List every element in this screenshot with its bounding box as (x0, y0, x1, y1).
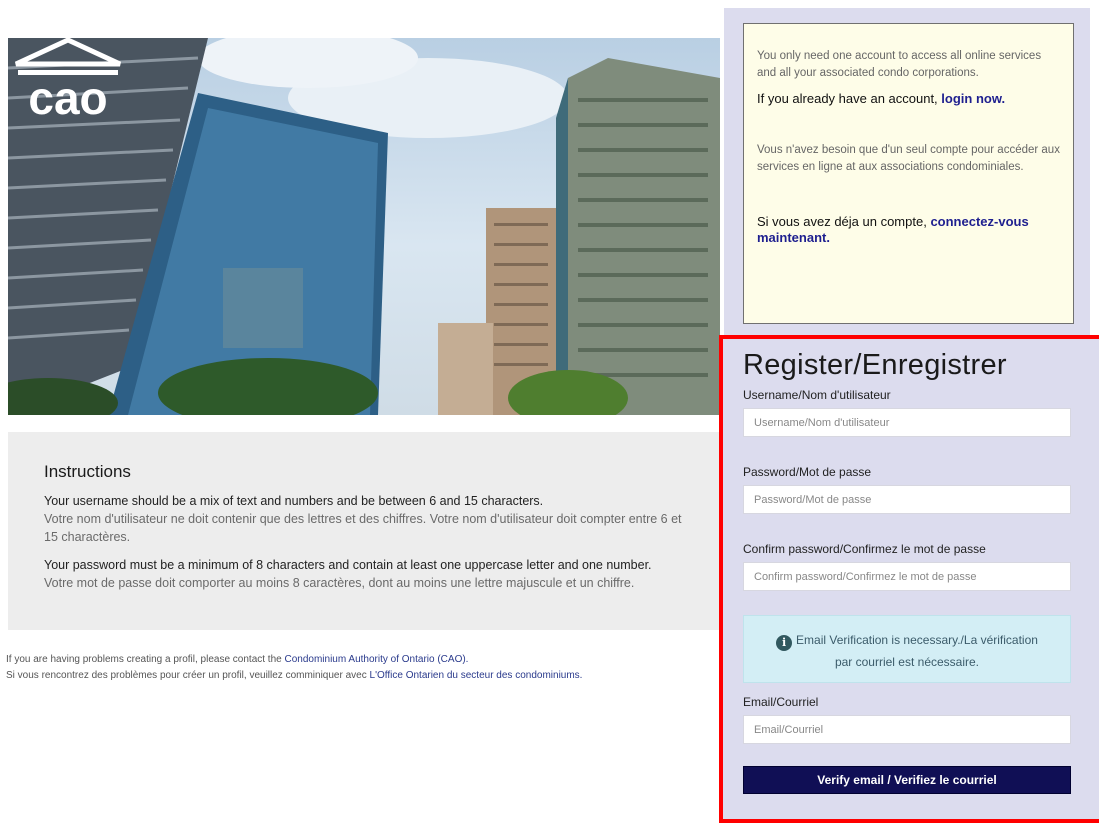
instructions-panel: Instructions Your username should be a m… (8, 432, 724, 630)
login-prompt-en: If you already have an account, login no… (757, 91, 1061, 106)
password-label: Password/Mot de passe (743, 465, 872, 479)
account-info-en: You only need one account to access all … (757, 50, 1042, 79)
email-verification-notice: i Email Verification is necessary./La vér… (743, 615, 1071, 683)
notice-line-2: par courriel est nécessaire. (834, 655, 980, 669)
username-rule-fr: Votre nom d'utilisateur ne doit contenir… (44, 512, 682, 544)
register-title: Register/Enregistrer (743, 349, 1007, 381)
help-line-en-text: If you are having problems creating a pr… (6, 654, 285, 665)
help-line-fr-text: Si vous rencontrez des problèmes pour cr… (6, 670, 370, 681)
info-icon: i (776, 635, 793, 651)
username-label: Username/Nom d'utilisateur (743, 388, 891, 402)
cao-logo: cao (14, 38, 122, 120)
notice-line-1: Email Verification is necessary./La véri… (796, 633, 1038, 647)
confirm-password-input[interactable] (743, 562, 1071, 591)
register-panel: Register/Enregistrer Username/Nom d'util… (719, 335, 1099, 823)
username-rule-en: Your username should be a mix of text an… (44, 494, 544, 508)
password-rule-en: Your password must be a minimum of 8 cha… (44, 558, 652, 572)
email-input[interactable] (743, 715, 1071, 744)
email-label: Email/Courriel (743, 695, 819, 709)
cao-contact-link[interactable]: Condominium Authority of Ontario (CAO). (285, 654, 469, 665)
hero-image: cao (8, 38, 720, 415)
username-input[interactable] (743, 408, 1071, 437)
account-info-fr: Vous n'avez besoin que d'un seul compte … (757, 144, 1060, 173)
instructions-title: Instructions (44, 462, 131, 481)
svg-text:cao: cao (28, 72, 107, 120)
highlight-border-bottom (719, 819, 1099, 823)
help-line-fr: Si vous rencontrez des problèmes pour cr… (6, 668, 726, 684)
login-prompt-fr: Si vous avez déja un compte, connectez-v… (757, 214, 1061, 246)
confirm-password-label: Confirm password/Confirmez le mot de pas… (743, 542, 986, 556)
account-info-box: You only need one account to access all … (743, 23, 1074, 324)
password-rule-fr: Votre mot de passe doit comporter au moi… (44, 576, 635, 590)
oosc-contact-link[interactable]: L'Office Ontarien du secteur des condomi… (370, 670, 583, 681)
verify-email-button[interactable]: Verify email / Verifiez le courriel (743, 766, 1071, 794)
password-input[interactable] (743, 485, 1071, 514)
login-prompt-en-text: If you already have an account, (757, 91, 942, 106)
help-line-en: If you are having problems creating a pr… (6, 652, 726, 668)
login-prompt-fr-text: Si vous avez déja un compte, (757, 214, 931, 229)
login-now-link[interactable]: login now. (941, 91, 1005, 106)
help-text: If you are having problems creating a pr… (6, 652, 726, 684)
